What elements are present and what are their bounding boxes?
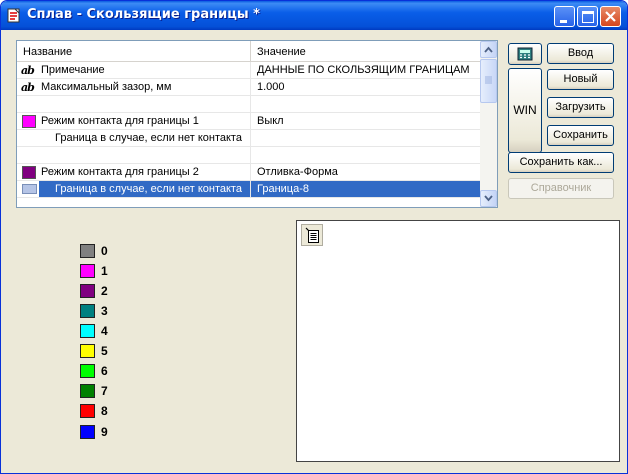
app-icon[interactable] (7, 8, 21, 23)
row-value[interactable]: Отливка-Форма (251, 164, 480, 180)
table-row-selected[interactable]: Граница в случае, если нет контакта Гран… (17, 181, 480, 198)
calculator-icon (517, 47, 533, 61)
load-button[interactable]: Загрузить (547, 97, 614, 118)
new-button[interactable]: Новый (547, 69, 614, 90)
text-ab-icon: ab (21, 64, 35, 77)
column-header-value[interactable]: Значение (251, 41, 480, 61)
row-name (17, 147, 251, 163)
properties-grid[interactable]: Название Значение ab Примечание ДАННЫЕ П… (16, 40, 498, 208)
legend-label: 0 (101, 244, 108, 258)
scroll-thumb[interactable] (480, 59, 497, 103)
title-bar[interactable]: Сплав - Скользящие границы * (1, 1, 627, 30)
row-value[interactable] (251, 147, 480, 163)
input-button[interactable]: Ввод (547, 43, 614, 64)
legend-label: 9 (101, 425, 108, 439)
reference-button: Справочник (508, 178, 614, 199)
row-name: Примечание (41, 64, 105, 76)
row-name: Максимальный зазор, мм (41, 81, 172, 93)
app-window: Сплав - Скользящие границы * Название Зн… (0, 0, 628, 474)
window-title: Сплав - Скользящие границы * (27, 7, 260, 22)
save-as-button[interactable]: Сохранить как... (508, 152, 614, 173)
legend-label: 1 (101, 264, 108, 278)
row-value[interactable] (251, 130, 480, 146)
legend-label: 7 (101, 384, 108, 398)
table-row[interactable]: ab Максимальный зазор, мм 1.000 (17, 79, 480, 96)
chevron-down-icon (484, 195, 493, 202)
legend-swatch (80, 425, 95, 439)
row-value[interactable]: Выкл (251, 113, 480, 129)
client-area: Название Значение ab Примечание ДАННЫЕ П… (4, 30, 624, 471)
legend-swatch (80, 324, 95, 338)
legend-swatch (80, 384, 95, 398)
legend-label: 3 (101, 304, 108, 318)
color-swatch (22, 115, 36, 128)
document-list-button[interactable] (301, 224, 323, 246)
row-value[interactable]: 1.000 (251, 79, 480, 95)
legend-swatch (80, 304, 95, 318)
close-button[interactable] (600, 6, 621, 27)
legend-swatch (80, 344, 95, 358)
document-list-icon (305, 227, 319, 243)
table-row[interactable]: Режим контакта для границы 1 Выкл (17, 113, 480, 130)
legend-label: 2 (101, 284, 108, 298)
row-value[interactable] (251, 96, 480, 112)
legend-swatch (80, 364, 95, 378)
grip-icon (485, 76, 492, 84)
row-name: Граница в случае, если нет контакта (55, 132, 242, 144)
chevron-up-icon (484, 46, 493, 53)
row-name: Граница в случае, если нет контакта (55, 183, 242, 195)
row-name: Режим контакта для границы 1 (41, 115, 199, 127)
row-name (17, 96, 251, 112)
scroll-up-button[interactable] (480, 41, 497, 58)
maximize-button[interactable] (577, 6, 598, 27)
legend-swatch (80, 264, 95, 278)
preview-canvas[interactable] (296, 220, 620, 462)
vertical-scrollbar[interactable] (480, 41, 497, 207)
legend-swatch (80, 284, 95, 298)
color-swatch (22, 166, 36, 179)
legend-label: 6 (101, 364, 108, 378)
text-ab-icon: ab (21, 81, 35, 94)
win-button[interactable]: WIN (508, 68, 542, 153)
minimize-icon (560, 20, 567, 23)
close-icon (605, 11, 616, 22)
save-button[interactable]: Сохранить (547, 125, 614, 146)
legend-label: 8 (101, 404, 108, 418)
calculator-button[interactable] (508, 43, 542, 65)
table-row[interactable] (17, 147, 480, 164)
minimize-button[interactable] (554, 6, 575, 27)
row-value[interactable]: Граница-8 (251, 181, 480, 197)
legend-label: 5 (101, 344, 108, 358)
column-header-name[interactable]: Название (17, 41, 251, 61)
maximize-icon (582, 11, 594, 23)
grid-header: Название Значение (17, 41, 480, 62)
scroll-down-button[interactable] (480, 190, 497, 207)
table-row[interactable]: Граница в случае, если нет контакта (17, 130, 480, 147)
legend-swatch (80, 244, 95, 258)
legend-label: 4 (101, 324, 108, 338)
legend-swatch (80, 404, 95, 418)
table-row[interactable] (17, 96, 480, 113)
row-selector-icon (22, 184, 37, 194)
table-row[interactable]: ab Примечание ДАННЫЕ ПО СКОЛЬЗЯЩИМ ГРАНИ… (17, 62, 480, 79)
row-name: Режим контакта для границы 2 (41, 166, 199, 178)
row-value[interactable]: ДАННЫЕ ПО СКОЛЬЗЯЩИМ ГРАНИЦАМ (251, 62, 480, 78)
table-row[interactable]: Режим контакта для границы 2 Отливка-Фор… (17, 164, 480, 181)
